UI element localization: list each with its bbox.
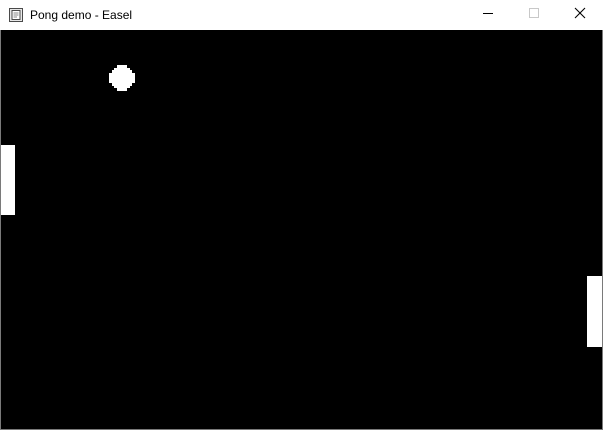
close-button[interactable]: [557, 0, 603, 30]
game-canvas[interactable]: [1, 30, 602, 429]
close-icon: [574, 6, 586, 24]
title-bar[interactable]: Pong demo - Easel: [0, 0, 603, 30]
window-border-left: [0, 30, 1, 430]
maximize-icon: [528, 6, 540, 24]
ball: [109, 65, 135, 91]
left-paddle: [1, 145, 15, 215]
app-window-icon[interactable]: [8, 7, 24, 23]
minimize-icon: [482, 6, 494, 24]
maximize-button[interactable]: [511, 0, 557, 30]
window-title: Pong demo - Easel: [30, 8, 133, 22]
right-paddle: [587, 276, 602, 347]
minimize-button[interactable]: [465, 0, 511, 30]
app-window: Pong demo - Easel: [0, 0, 603, 430]
